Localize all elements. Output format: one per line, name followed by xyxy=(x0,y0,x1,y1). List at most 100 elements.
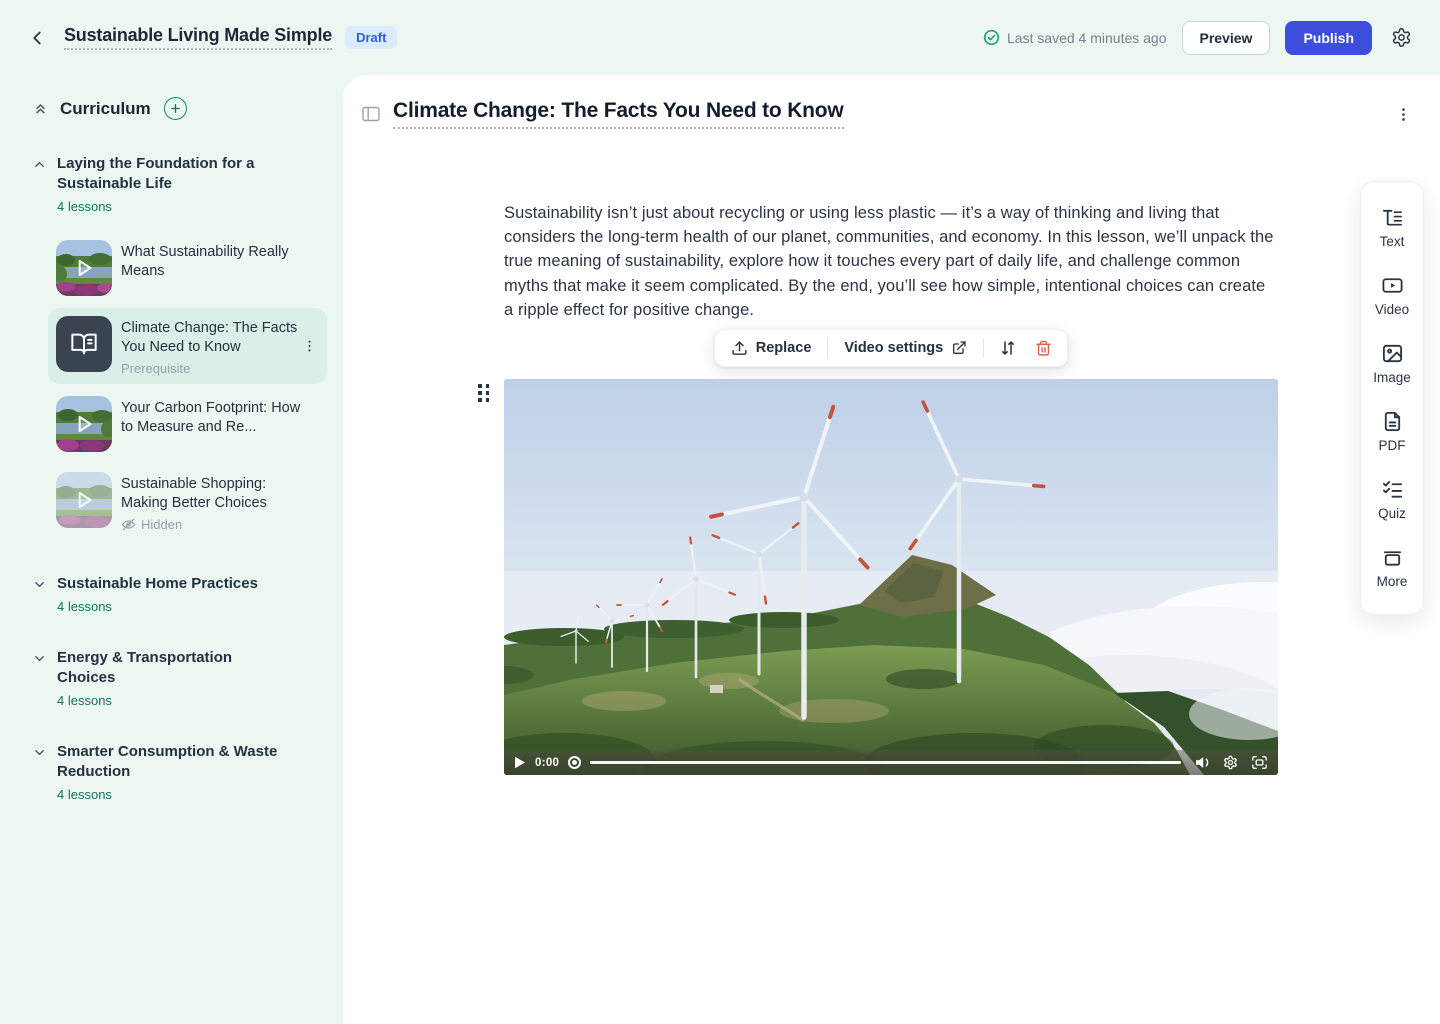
curriculum-section: Energy & Transportation Choices 4 lesson… xyxy=(32,648,329,708)
chevron-down-icon xyxy=(32,651,47,708)
add-text-block-button[interactable]: Text xyxy=(1361,194,1423,262)
palette-label: Quiz xyxy=(1378,506,1406,521)
toolbar-divider xyxy=(983,338,984,358)
play-icon xyxy=(56,472,112,528)
lesson-title: Climate Change: The Facts You Need to Kn… xyxy=(121,319,303,357)
drag-handle-icon[interactable] xyxy=(478,384,490,402)
section-title: Laying the Foundation for a Sustainable … xyxy=(57,154,289,194)
section-lesson-count: 4 lessons xyxy=(57,199,289,214)
lesson-title: What Sustainability Really Means xyxy=(121,243,303,281)
video-settings-button[interactable]: Video settings xyxy=(840,338,971,358)
add-image-block-button[interactable]: Image xyxy=(1361,330,1423,398)
lesson-item-hidden[interactable]: Sustainable Shopping: Making Better Choi… xyxy=(48,464,327,540)
add-quiz-block-button[interactable]: Quiz xyxy=(1361,466,1423,534)
back-button[interactable] xyxy=(22,23,52,53)
upload-icon xyxy=(731,340,748,357)
image-block-icon xyxy=(1381,342,1404,365)
section-title: Smarter Consumption & Waste Reduction xyxy=(57,742,289,782)
gear-icon xyxy=(1223,755,1238,770)
draft-status-badge: Draft xyxy=(345,26,397,49)
publish-button[interactable]: Publish xyxy=(1285,21,1372,55)
volume-icon xyxy=(1194,755,1210,770)
section-lesson-count: 4 lessons xyxy=(57,599,258,614)
pdf-block-icon xyxy=(1381,410,1404,433)
palette-label: More xyxy=(1377,574,1408,589)
lesson-editor: Climate Change: The Facts You Need to Kn… xyxy=(343,75,1440,1024)
preview-button[interactable]: Preview xyxy=(1182,21,1271,55)
topbar: Sustainable Living Made Simple Draft Las… xyxy=(0,0,1440,75)
section-header[interactable]: Smarter Consumption & Waste Reduction 4 … xyxy=(32,742,329,802)
lesson-text-block[interactable]: Sustainability isn’t just about recyclin… xyxy=(504,201,1278,322)
play-button[interactable] xyxy=(514,756,526,769)
lesson-item-selected[interactable]: Climate Change: The Facts You Need to Kn… xyxy=(48,308,327,384)
section-header[interactable]: Sustainable Home Practices 4 lessons xyxy=(32,574,329,614)
volume-button[interactable] xyxy=(1194,755,1210,770)
seek-handle[interactable] xyxy=(568,756,581,769)
course-title[interactable]: Sustainable Living Made Simple xyxy=(64,25,332,50)
play-icon xyxy=(514,756,526,769)
check-circle-icon xyxy=(983,29,1000,46)
curriculum-sidebar: Curriculum Laying the Foundation for a S… xyxy=(0,75,343,1024)
section-title: Sustainable Home Practices xyxy=(57,574,258,594)
chevron-down-icon xyxy=(32,577,47,614)
layout-sidebar-icon[interactable] xyxy=(362,106,380,122)
play-icon xyxy=(56,396,112,452)
lesson-tag-prerequisite: Prerequisite xyxy=(121,361,303,376)
lesson-video-thumbnail xyxy=(56,240,112,296)
lesson-tag-hidden: Hidden xyxy=(141,517,182,532)
lesson-title: Sustainable Shopping: Making Better Choi… xyxy=(121,475,303,513)
lesson-item[interactable]: What Sustainability Really Means xyxy=(48,232,327,304)
lesson-menu-button[interactable] xyxy=(302,339,317,354)
section-header[interactable]: Energy & Transportation Choices 4 lesson… xyxy=(32,648,329,708)
lesson-menu-button[interactable] xyxy=(1391,102,1416,127)
player-settings-button[interactable] xyxy=(1223,755,1238,770)
replace-label: Replace xyxy=(756,340,812,356)
replace-video-button[interactable]: Replace xyxy=(727,338,816,359)
last-saved-text: Last saved 4 minutes ago xyxy=(1007,30,1167,46)
video-player[interactable]: 0:00 xyxy=(504,379,1278,775)
section-header[interactable]: Laying the Foundation for a Sustainable … xyxy=(32,154,329,214)
more-blocks-icon xyxy=(1381,546,1404,569)
video-poster-windfarm xyxy=(504,379,1278,775)
plus-icon xyxy=(169,102,182,115)
chevron-down-icon xyxy=(32,745,47,802)
add-pdf-block-button[interactable]: PDF xyxy=(1361,398,1423,466)
lesson-video-thumbnail xyxy=(56,472,112,528)
trash-icon xyxy=(1035,340,1052,357)
more-blocks-button[interactable]: More xyxy=(1361,534,1423,602)
palette-label: PDF xyxy=(1379,438,1406,453)
palette-label: Image xyxy=(1373,370,1411,385)
lesson-page-title[interactable]: Climate Change: The Facts You Need to Kn… xyxy=(393,99,844,129)
toolbar-divider xyxy=(827,338,828,358)
seek-bar[interactable] xyxy=(590,761,1181,763)
reorder-block-button[interactable] xyxy=(996,337,1020,359)
section-title: Energy & Transportation Choices xyxy=(57,648,289,688)
video-block[interactable]: 0:00 xyxy=(504,379,1278,775)
quiz-block-icon xyxy=(1381,478,1404,501)
collapse-all-button[interactable] xyxy=(32,100,49,117)
curriculum-heading: Curriculum xyxy=(60,99,151,119)
section-lesson-count: 4 lessons xyxy=(57,693,289,708)
curriculum-section: Sustainable Home Practices 4 lessons xyxy=(32,574,329,614)
lesson-reading-thumbnail xyxy=(56,316,112,372)
chevron-left-icon xyxy=(26,27,48,49)
video-settings-label: Video settings xyxy=(844,340,943,356)
video-controls: 0:00 xyxy=(504,750,1278,775)
delete-block-button[interactable] xyxy=(1032,338,1055,359)
playback-time: 0:00 xyxy=(535,757,559,769)
external-link-icon xyxy=(951,340,967,356)
curriculum-section: Laying the Foundation for a Sustainable … xyxy=(32,154,329,540)
palette-label: Text xyxy=(1380,234,1405,249)
arrows-up-down-icon xyxy=(999,339,1017,357)
fullscreen-icon xyxy=(1251,755,1268,770)
lesson-title: Your Carbon Footprint: How to Measure an… xyxy=(121,399,303,437)
add-video-block-button[interactable]: Video xyxy=(1361,262,1423,330)
video-block-toolbar: Replace Video settings xyxy=(714,329,1068,367)
lesson-item[interactable]: Your Carbon Footprint: How to Measure an… xyxy=(48,388,327,460)
double-chevron-up-icon xyxy=(32,100,49,117)
course-settings-button[interactable] xyxy=(1387,23,1416,52)
add-section-button[interactable] xyxy=(164,97,187,120)
gear-icon xyxy=(1391,27,1412,48)
fullscreen-button[interactable] xyxy=(1251,755,1268,770)
section-lesson-count: 4 lessons xyxy=(57,787,289,802)
